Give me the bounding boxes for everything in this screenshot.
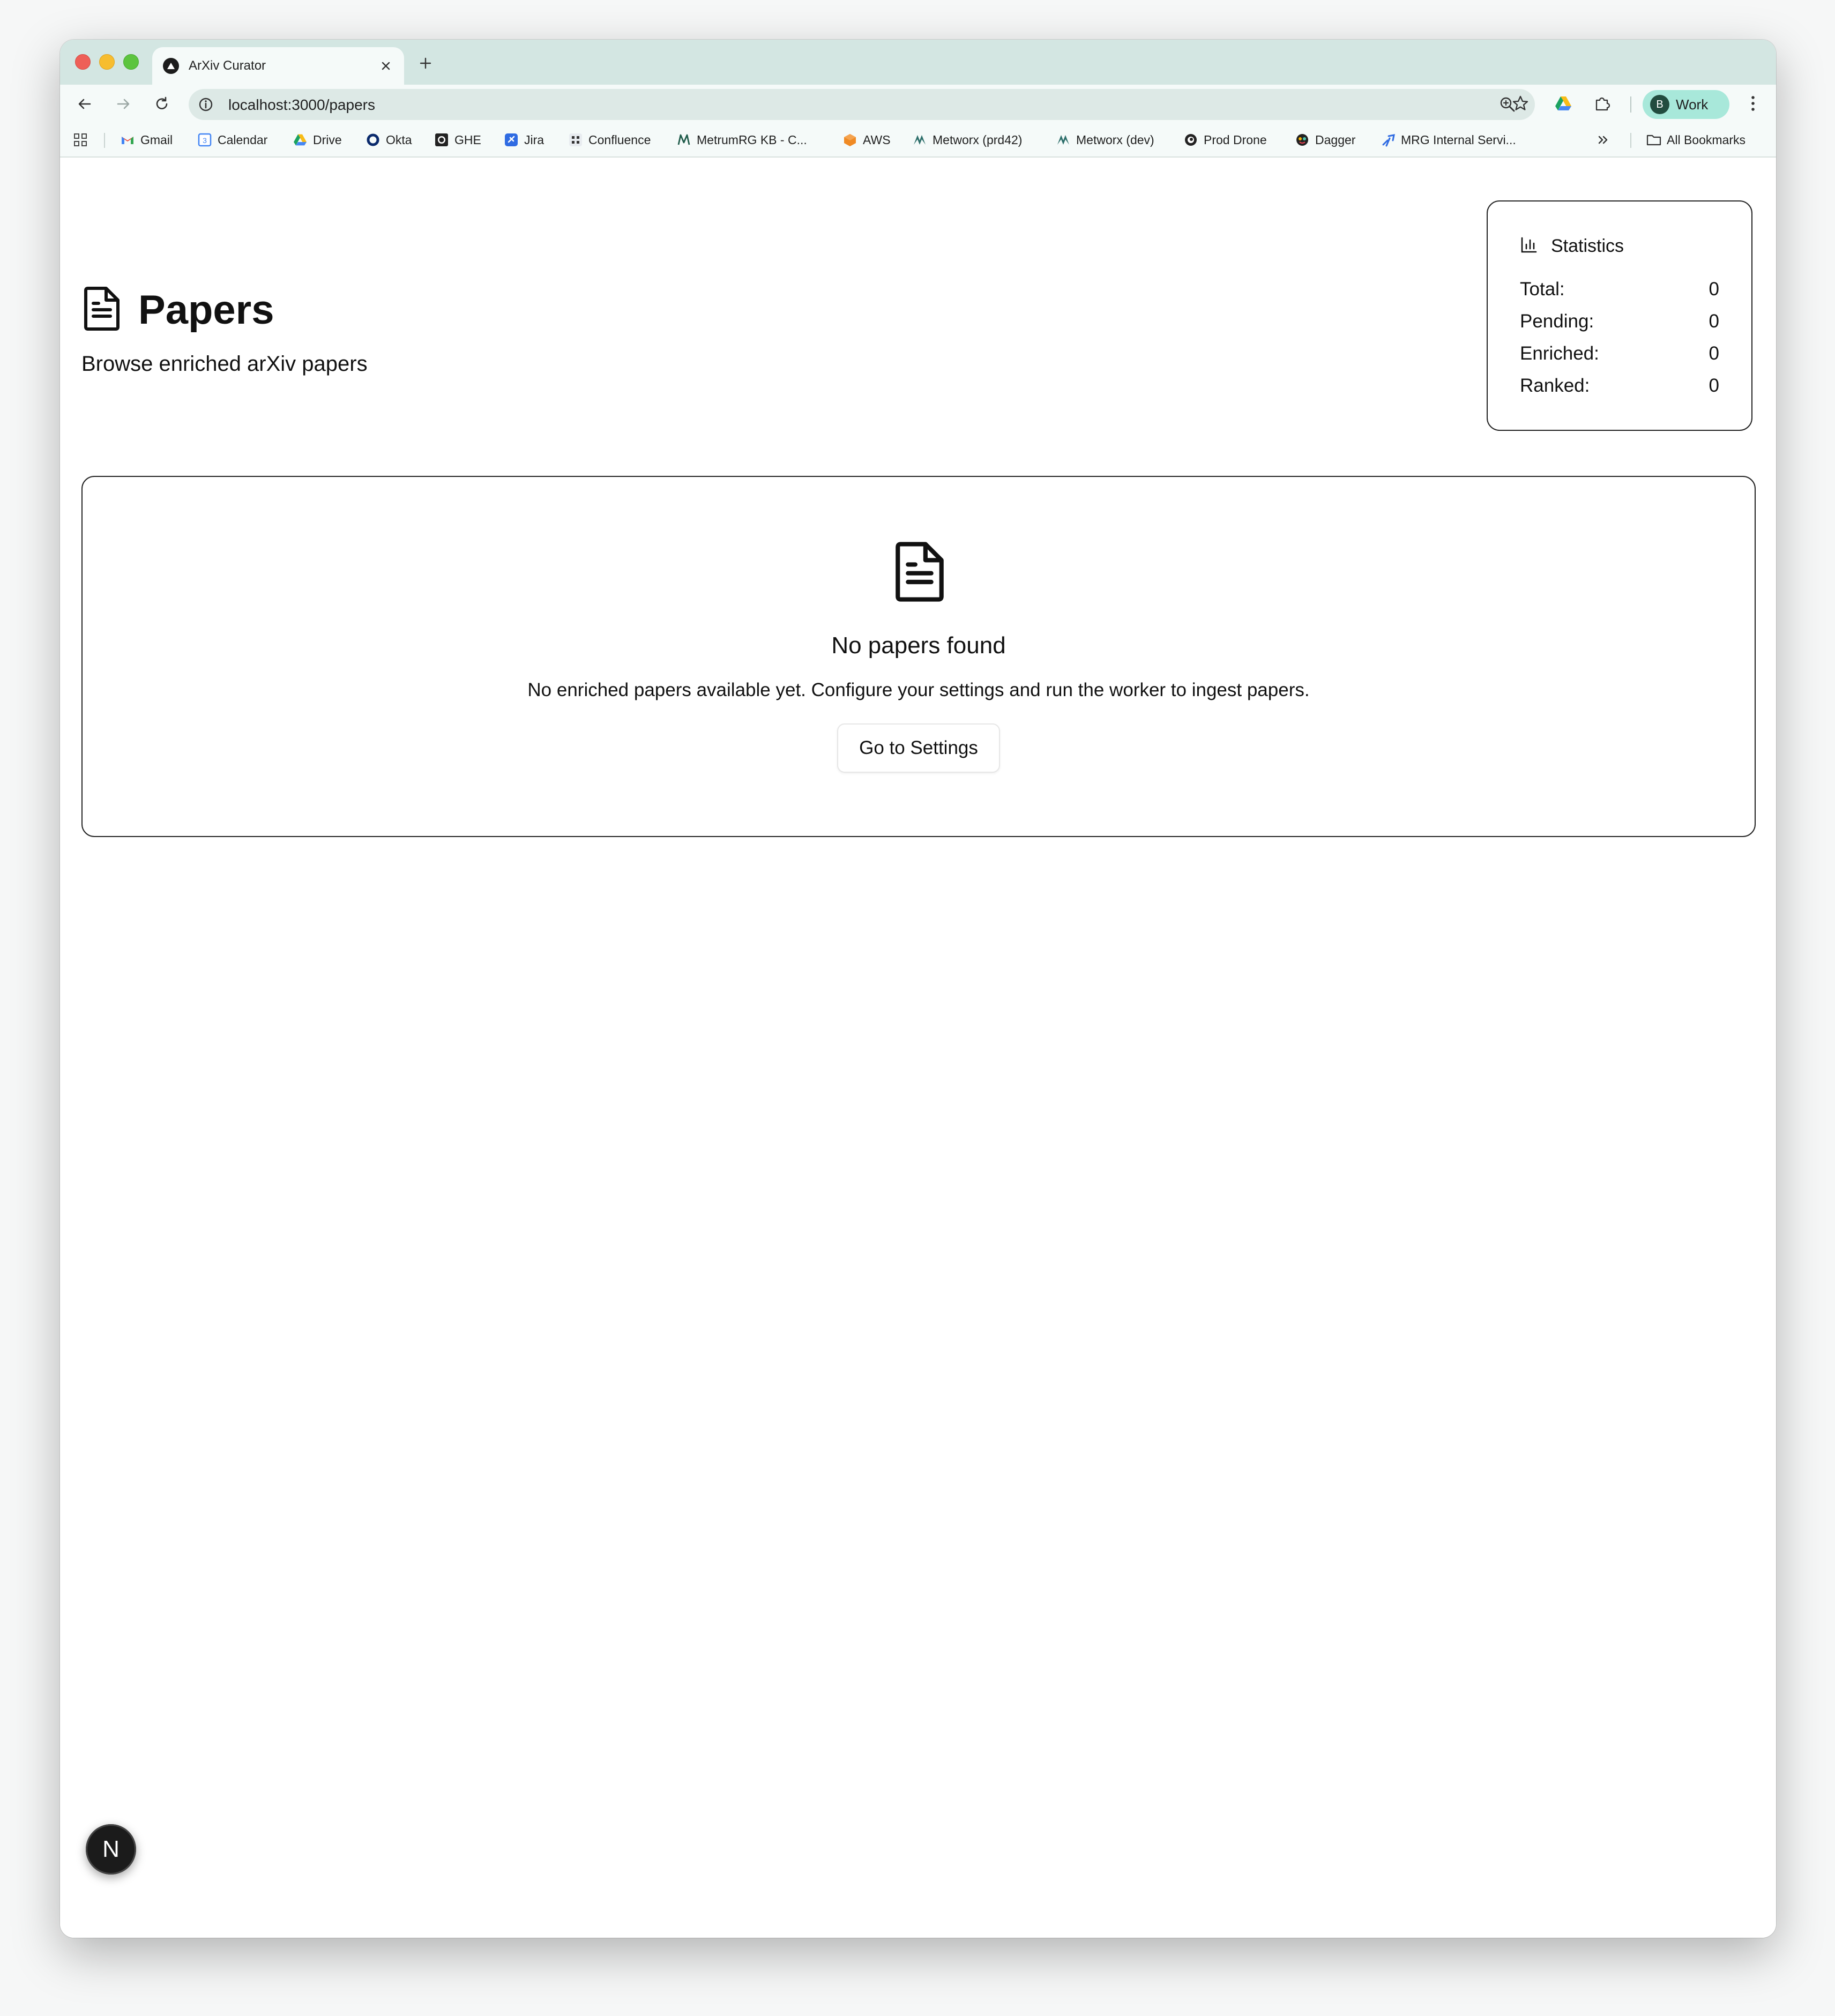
bookmark-dagger[interactable]: Dagger bbox=[1295, 131, 1355, 149]
profile-avatar: B bbox=[1650, 95, 1669, 114]
tab-title: ArXiv Curator bbox=[189, 58, 266, 73]
profile-chip[interactable]: B Work bbox=[1643, 90, 1729, 119]
maximize-window-button[interactable] bbox=[123, 54, 139, 70]
bookmark-mrg-internal[interactable]: MRG Internal Servi... bbox=[1381, 131, 1516, 149]
stat-row-total: Total: 0 bbox=[1520, 279, 1719, 300]
file-text-icon bbox=[892, 541, 948, 605]
reload-icon[interactable] bbox=[150, 92, 174, 116]
bookmarks-divider bbox=[104, 133, 105, 148]
triangle-favicon-icon bbox=[163, 58, 179, 74]
drone-icon bbox=[1183, 132, 1198, 147]
close-window-button[interactable] bbox=[75, 54, 91, 70]
statistics-title: Statistics bbox=[1551, 236, 1624, 256]
toolbar-divider bbox=[1630, 96, 1631, 113]
metworx-icon bbox=[912, 132, 927, 147]
confluence-icon bbox=[568, 132, 583, 147]
tab-arxiv-curator[interactable]: ArXiv Curator bbox=[152, 47, 404, 85]
bookmarks-divider bbox=[1630, 133, 1631, 148]
bookmark-star-icon[interactable] bbox=[1510, 93, 1531, 114]
browser-toolbar: localhost:3000/papers B Work bbox=[60, 85, 1776, 123]
okta-icon bbox=[365, 132, 381, 147]
stat-row-pending: Pending: 0 bbox=[1520, 311, 1719, 332]
new-tab-icon[interactable] bbox=[416, 54, 435, 73]
bookmark-gmail[interactable]: Gmail bbox=[120, 131, 173, 149]
metworx-icon bbox=[1056, 132, 1071, 147]
profile-label: Work bbox=[1676, 96, 1709, 113]
bookmark-drive[interactable]: Drive bbox=[293, 131, 342, 149]
aws-icon bbox=[842, 132, 857, 147]
apps-grid-icon[interactable] bbox=[73, 131, 88, 149]
page-header: Papers Browse enriched arXiv papers bbox=[81, 286, 368, 376]
bookmark-calendar[interactable]: 3 Calendar bbox=[197, 131, 267, 149]
site-info-icon[interactable] bbox=[197, 96, 214, 113]
bar-chart-icon bbox=[1520, 236, 1538, 257]
go-to-settings-button[interactable]: Go to Settings bbox=[837, 723, 1000, 773]
stat-row-enriched: Enriched: 0 bbox=[1520, 343, 1719, 364]
google-drive-extension-icon[interactable] bbox=[1553, 93, 1573, 114]
svg-text:3: 3 bbox=[203, 136, 207, 145]
menu-kebab-icon[interactable] bbox=[1743, 93, 1763, 114]
bookmark-ghe[interactable]: GHE bbox=[434, 131, 481, 149]
page-title: Papers bbox=[138, 287, 274, 333]
github-icon bbox=[434, 132, 449, 147]
forward-icon[interactable] bbox=[111, 92, 135, 116]
metrum-icon bbox=[676, 132, 691, 147]
calendar-icon: 3 bbox=[197, 132, 212, 147]
bookmarks-overflow-icon[interactable] bbox=[1596, 131, 1610, 149]
bookmark-jira[interactable]: Jira bbox=[504, 131, 544, 149]
empty-state-card: No papers found No enriched papers avail… bbox=[81, 476, 1756, 837]
mrg-icon bbox=[1381, 132, 1396, 147]
empty-state-title: No papers found bbox=[831, 632, 1006, 659]
extensions-puzzle-icon[interactable] bbox=[1592, 93, 1612, 114]
url-text[interactable]: localhost:3000/papers bbox=[228, 96, 375, 114]
nextjs-dev-indicator[interactable]: N bbox=[86, 1824, 136, 1875]
folder-icon bbox=[1646, 132, 1661, 147]
close-tab-icon[interactable] bbox=[377, 57, 394, 74]
page-subtitle: Browse enriched arXiv papers bbox=[81, 352, 368, 376]
all-bookmarks[interactable]: All Bookmarks bbox=[1646, 131, 1746, 149]
browser-window: ArXiv Curator localhost:3000/papers B Wo… bbox=[60, 40, 1776, 1938]
drive-icon bbox=[293, 132, 308, 147]
gmail-icon bbox=[120, 132, 135, 147]
bookmark-okta[interactable]: Okta bbox=[365, 131, 412, 149]
page-content: Papers Browse enriched arXiv papers Stat… bbox=[60, 158, 1776, 1938]
dagger-icon bbox=[1295, 132, 1310, 147]
bookmark-confluence[interactable]: Confluence bbox=[568, 131, 651, 149]
minimize-window-button[interactable] bbox=[99, 54, 115, 70]
empty-state-description: No enriched papers available yet. Config… bbox=[527, 680, 1310, 700]
bookmark-aws[interactable]: AWS bbox=[842, 131, 891, 149]
bookmark-metworx-prd42[interactable]: Metworx (prd42) bbox=[912, 131, 1022, 149]
bookmark-metrumrg-kb[interactable]: MetrumRG KB - C... bbox=[676, 131, 807, 149]
stat-row-ranked: Ranked: 0 bbox=[1520, 375, 1719, 396]
jira-icon bbox=[504, 132, 519, 147]
bookmarks-bar: Gmail 3 Calendar Drive Okta GHE Jira Con… bbox=[60, 123, 1776, 158]
tab-strip: ArXiv Curator bbox=[60, 40, 1776, 85]
statistics-card: Statistics Total: 0 Pending: 0 Enriched:… bbox=[1487, 200, 1752, 431]
bookmark-prod-drone[interactable]: Prod Drone bbox=[1183, 131, 1267, 149]
bookmark-metworx-dev[interactable]: Metworx (dev) bbox=[1056, 131, 1154, 149]
back-icon[interactable] bbox=[73, 92, 96, 116]
file-text-icon bbox=[81, 286, 122, 334]
address-bar[interactable]: localhost:3000/papers bbox=[189, 89, 1535, 120]
